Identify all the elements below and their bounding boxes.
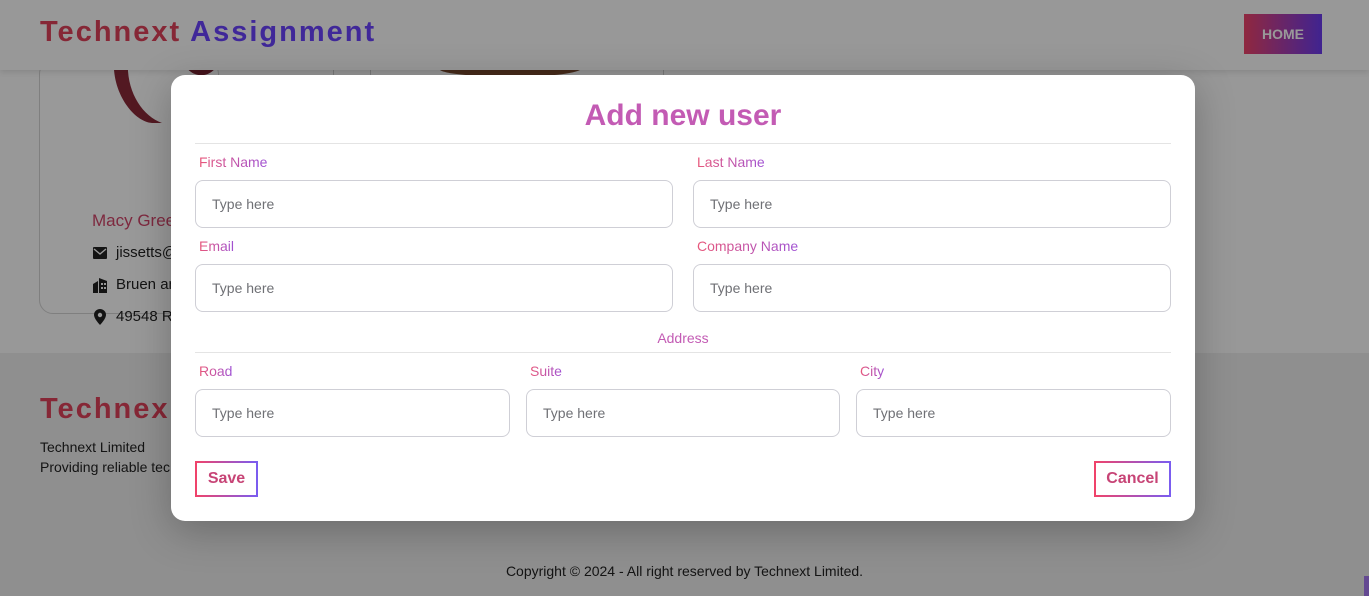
road-input[interactable] xyxy=(195,389,510,437)
city-input[interactable] xyxy=(856,389,1171,437)
first-name-input[interactable] xyxy=(195,180,673,228)
modal-title: Add new user xyxy=(584,99,782,132)
address-section-label: Address xyxy=(657,330,709,346)
cancel-button[interactable]: Cancel xyxy=(1094,461,1171,497)
city-label: City xyxy=(860,363,885,379)
email-input[interactable] xyxy=(195,264,673,312)
suite-input[interactable] xyxy=(526,389,840,437)
save-button[interactable]: Save xyxy=(195,461,258,497)
last-name-input[interactable] xyxy=(693,180,1171,228)
company-name-label: Company Name xyxy=(697,238,799,254)
last-name-label: Last Name xyxy=(697,154,765,170)
company-name-input[interactable] xyxy=(693,264,1171,312)
add-user-modal: Add new user First Name Last Name Email … xyxy=(171,75,1195,521)
first-name-label: First Name xyxy=(199,154,268,170)
address-divider xyxy=(195,352,1171,353)
suite-label: Suite xyxy=(530,363,562,379)
email-label: Email xyxy=(199,238,235,254)
title-divider xyxy=(195,143,1171,144)
road-label: Road xyxy=(199,363,233,379)
